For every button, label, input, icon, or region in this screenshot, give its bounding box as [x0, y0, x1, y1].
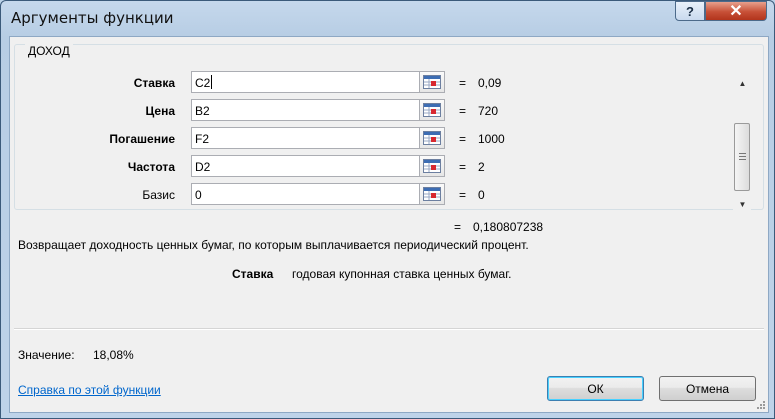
dialog-client-area: ДОХОД Ставка C2 = 0,09 Цена B2 = 720 Пог…	[9, 36, 769, 413]
dialog-title: Аргументы функции	[11, 9, 174, 27]
resize-grip-icon[interactable]	[756, 400, 766, 410]
equals-sign: =	[454, 220, 462, 234]
dialog-window: Аргументы функции ? ✕ ДОХОД Ставка C2 = …	[0, 0, 775, 419]
arg-label-price: Цена	[145, 104, 175, 118]
help-button[interactable]: ?	[675, 1, 705, 21]
range-select-icon	[423, 131, 441, 145]
arg-result-frequency: 2	[478, 160, 485, 174]
separator	[14, 328, 764, 330]
equals-sign: =	[459, 188, 467, 202]
range-select-icon	[423, 159, 441, 173]
range-select-button-redemption[interactable]	[419, 127, 445, 149]
equals-sign: =	[459, 132, 467, 146]
arg-input-rate[interactable]: C2	[191, 71, 445, 93]
range-select-icon	[423, 187, 441, 201]
value-result: 18,08%	[93, 348, 134, 362]
scroll-up-arrow-icon[interactable]: ▲	[734, 75, 751, 92]
cancel-button[interactable]: Отмена	[659, 376, 756, 401]
arg-input-basis[interactable]: 0	[191, 183, 445, 205]
value-label: Значение:	[18, 348, 75, 362]
thumb-grip-line	[739, 156, 746, 157]
arg-label-basis: Базис	[142, 188, 175, 202]
range-select-button-frequency[interactable]	[419, 155, 445, 177]
range-select-button-basis[interactable]	[419, 183, 445, 205]
arg-result-rate: 0,09	[478, 76, 502, 90]
arg-input-redemption[interactable]: F2	[191, 127, 445, 149]
arg-input-value: D2	[195, 160, 211, 174]
arguments-scrollbar[interactable]: ▲ ▼	[733, 75, 751, 213]
equals-sign: =	[459, 104, 467, 118]
range-select-button-price[interactable]	[419, 99, 445, 121]
formula-result: 0,180807238	[473, 220, 544, 234]
arg-input-frequency[interactable]: D2	[191, 155, 445, 177]
arg-result-basis: 0	[478, 188, 485, 202]
equals-sign: =	[459, 160, 467, 174]
thumb-grip-line	[739, 153, 746, 154]
text-caret	[211, 75, 212, 89]
range-select-button-rate[interactable]	[419, 71, 445, 93]
arg-label-rate: Ставка	[133, 76, 175, 90]
arg-input-price[interactable]: B2	[191, 99, 445, 121]
current-argument-description: годовая купонная ставка ценных бумаг.	[292, 267, 512, 281]
scroll-down-arrow-icon[interactable]: ▼	[734, 196, 751, 213]
arg-input-value: B2	[195, 104, 210, 118]
equals-sign: =	[459, 76, 467, 90]
arg-input-value: F2	[195, 132, 210, 146]
arg-result-price: 720	[478, 104, 499, 118]
help-link[interactable]: Справка по этой функции	[18, 383, 161, 397]
thumb-grip-line	[739, 159, 746, 160]
current-argument-name: Ставка	[232, 267, 274, 281]
ok-button[interactable]: ОК	[547, 376, 644, 401]
arg-result-redemption: 1000	[478, 132, 505, 146]
arguments-group: ДОХОД Ставка C2 = 0,09 Цена B2 = 720 Пог…	[14, 44, 764, 213]
scrollbar-thumb[interactable]	[734, 123, 750, 191]
close-button[interactable]: ✕	[705, 1, 767, 21]
arg-label-frequency: Частота	[127, 160, 175, 174]
arg-input-value: C2	[195, 76, 211, 90]
range-select-icon	[423, 103, 441, 117]
function-description: Возвращает доходность ценных бумаг, по к…	[18, 238, 529, 252]
arg-label-redemption: Погашение	[109, 132, 175, 146]
function-name: ДОХОД	[25, 44, 73, 58]
range-select-icon	[423, 75, 441, 89]
arg-input-value: 0	[195, 188, 202, 202]
